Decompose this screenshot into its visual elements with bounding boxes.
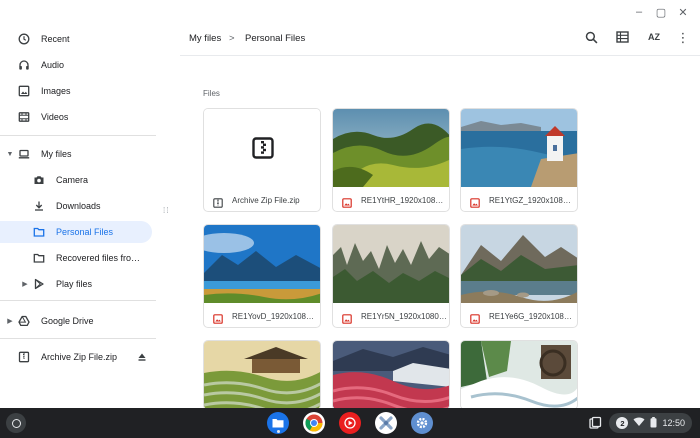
file-tile[interactable]: Archive Zip File.zip [203,108,321,212]
sidebar-item-google-drive[interactable]: Google Drive [0,310,156,332]
sidebar-item-archive-zip[interactable]: Archive Zip File.zip [0,346,156,368]
status-tray[interactable]: 2 12:50 [609,413,692,433]
more-options-icon[interactable]: ⋮ [675,29,691,45]
image-file-icon [470,311,480,324]
image-file-icon [342,311,352,324]
sidebar-item-label: Images [41,86,71,96]
file-tile[interactable]: RE1Yr5N_1920x1080.jpg [332,224,450,328]
eject-icon[interactable] [136,351,148,363]
file-tile[interactable]: RE1YtGZ_1920x1080.jpg [460,108,578,212]
file-tile[interactable] [460,340,578,408]
app-icon[interactable] [375,412,397,434]
sidebar-item-recovered-files[interactable]: Recovered files from ... [0,247,156,269]
image-icon [18,85,30,97]
sidebar-item-camera[interactable]: Camera [0,169,156,191]
zip-thumbnail-icon [204,109,320,187]
sidebar-item-label: Google Drive [41,316,94,326]
holding-space-icon[interactable] [586,414,604,432]
clock-icon [18,33,30,45]
file-name: RE1Ye6G_1920x1080.jpg [489,312,575,321]
sidebar-item-label: My files [41,149,72,159]
file-tile[interactable]: RE1YtHR_1920x1080.jpg [332,108,450,212]
search-icon[interactable] [583,29,599,45]
file-name: RE1YtGZ_1920x1080.jpg [489,196,575,205]
sidebar-item-my-files[interactable]: My files [0,143,156,165]
files-app-window: – ▢ ✕ Recent Audio Images Videos ▼ My fi… [0,0,700,408]
image-thumbnail [333,225,449,303]
sidebar-divider [0,338,156,339]
sidebar-item-downloads[interactable]: Downloads [0,195,156,217]
files-app-icon[interactable] [267,412,289,434]
sidebar-item-label: Play files [56,279,93,289]
image-thumbnail [204,341,320,408]
sort-button[interactable]: AZ [644,29,664,45]
youtube-music-icon[interactable] [339,412,361,434]
google-drive-icon [18,315,30,327]
file-tile[interactable] [332,340,450,408]
sidebar-item-videos[interactable]: Videos [0,106,156,128]
shelf: 2 12:50 [0,408,700,438]
zip-icon [213,195,223,208]
notification-count-badge: 2 [616,417,629,429]
film-icon [18,111,30,123]
sidebar-resize-handle[interactable]: ⁞⁞ [163,207,169,221]
section-label: Files [203,89,220,98]
wifi-icon [633,417,645,429]
launcher-icon[interactable] [6,413,26,433]
download-icon [33,200,45,212]
sidebar-item-label: Personal Files [56,227,114,237]
file-tile[interactable] [203,340,321,408]
sidebar-item-recent[interactable]: Recent [0,28,156,50]
image-file-icon [470,195,480,208]
folder-icon [33,226,45,238]
file-tile[interactable]: RE1Ye6G_1920x1080.jpg [460,224,578,328]
camera-folder-icon [33,174,45,186]
file-name: RE1Yr5N_1920x1080.jpg [361,312,447,321]
sidebar: Recent Audio Images Videos ▼ My files Ca… [0,0,170,408]
sidebar-item-label: Audio [41,60,65,70]
play-store-icon [33,278,45,290]
image-thumbnail [333,341,449,408]
list-view-icon[interactable] [614,29,630,45]
sidebar-item-label: Videos [41,112,69,122]
image-thumbnail [461,225,577,303]
file-name: RE1YtHR_1920x1080.jpg [361,196,447,205]
breadcrumb-current[interactable]: Personal Files [245,33,305,44]
image-thumbnail [461,109,577,187]
sidebar-item-personal-files[interactable]: Personal Files [0,221,152,243]
file-tile[interactable]: RE1YovD_1920x1080.jpg [203,224,321,328]
image-file-icon [342,195,352,208]
sidebar-item-label: Recent [41,34,70,44]
sidebar-divider [0,135,156,136]
battery-icon [650,416,657,430]
sidebar-item-label: Camera [56,175,89,185]
sidebar-item-label: Archive Zip File.zip [41,352,118,362]
folder-icon [33,252,45,264]
sidebar-item-label: Downloads [56,201,101,211]
image-thumbnail [204,225,320,303]
image-file-icon [213,311,223,324]
toolbar: My files > Personal Files AZ ⋮ [180,0,700,56]
file-name: RE1YovD_1920x1080.jpg [232,312,318,321]
sidebar-divider [0,300,156,301]
sidebar-item-audio[interactable]: Audio [0,54,156,76]
image-thumbnail [333,109,449,187]
settings-icon[interactable] [411,412,433,434]
image-thumbnail [461,341,577,408]
laptop-icon [18,148,30,160]
breadcrumb-parent[interactable]: My files [189,33,221,44]
breadcrumb-separator-icon: > [229,33,235,44]
sidebar-item-play-files[interactable]: Play files [0,273,156,295]
clock-time: 12:50 [662,418,685,428]
file-name: Archive Zip File.zip [232,196,300,205]
chrome-icon[interactable] [303,412,325,434]
zip-icon [18,351,30,363]
sidebar-item-images[interactable]: Images [0,80,156,102]
sidebar-item-label: Recovered files from ... [56,253,146,263]
headphones-icon [18,59,30,71]
